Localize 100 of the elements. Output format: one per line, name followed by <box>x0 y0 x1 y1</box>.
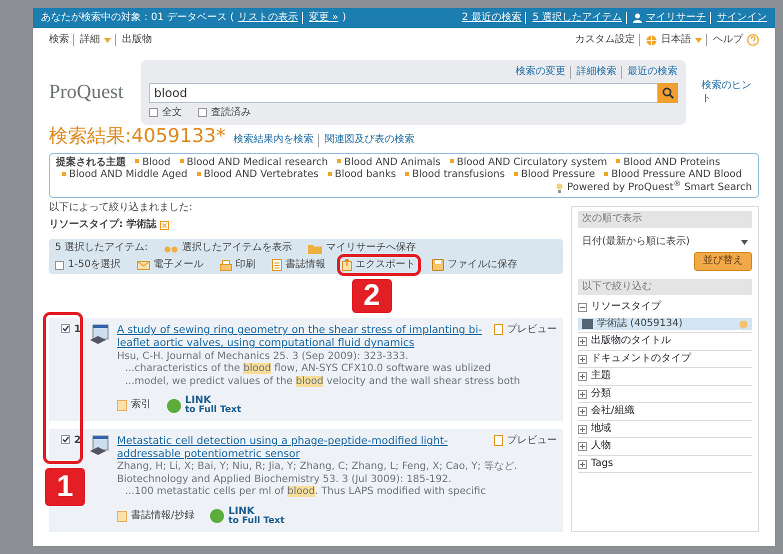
topic-link[interactable]: Blood transfusions <box>412 169 505 180</box>
check-icon <box>62 436 69 443</box>
collapse-icon[interactable] <box>578 303 587 312</box>
facet-link[interactable]: Tags <box>591 458 614 470</box>
topic-link[interactable]: Blood AND Vertebrates <box>204 169 319 180</box>
sort-select[interactable]: 日付(最新から順に表示) <box>578 236 752 248</box>
caret-icon <box>741 240 748 244</box>
facet-link[interactable]: 出版物のタイトル <box>591 335 671 348</box>
record-link[interactable]: 索引 <box>130 399 151 412</box>
expand-icon[interactable] <box>578 337 587 346</box>
nav-link[interactable]: ヘルプ <box>713 34 743 46</box>
toolbar-link[interactable]: 選択したアイテムを表示 <box>182 242 292 255</box>
snippet-text: ...100 metastatic cells per ml of blood. Thus LAPS modified with specific <box>124 486 487 499</box>
search-field[interactable]: blood <box>148 82 658 102</box>
search-link[interactable]: 最近の検索 <box>620 66 678 78</box>
search-button[interactable] <box>658 82 678 102</box>
toolbar-link[interactable]: ファイルに保存 <box>448 258 518 272</box>
topic-link[interactable]: Blood Pressure AND Blood <box>611 169 742 180</box>
top-link[interactable]: 2 最近の検索 <box>462 12 522 24</box>
topic-link[interactable]: Blood <box>142 156 170 168</box>
nav-link[interactable]: 詳細 <box>80 34 100 46</box>
topic-link[interactable]: Blood AND Animals <box>344 156 441 168</box>
circle-logo-icon <box>210 509 224 524</box>
checkbox[interactable] <box>148 108 158 118</box>
page-icon <box>116 400 127 411</box>
toolbar-link[interactable]: 電子メール <box>154 258 204 272</box>
preview-link[interactable]: プレビュー <box>507 324 557 337</box>
result-checkbox[interactable] <box>61 435 70 444</box>
topic-link[interactable]: Blood AND Middle Aged <box>69 169 188 180</box>
scope-link[interactable]: リストの表示 <box>238 12 298 24</box>
topic-link[interactable]: Blood AND Medical research <box>186 156 328 168</box>
expand-icon[interactable] <box>578 354 587 364</box>
journal-icon <box>582 319 593 329</box>
toolbar-link[interactable]: エクスポート <box>356 258 416 272</box>
circle-logo-icon <box>166 398 181 412</box>
globe-icon <box>646 34 657 46</box>
toolbar-link[interactable]: 印刷 <box>236 258 256 272</box>
document-icon <box>272 259 282 271</box>
topic-link[interactable]: Blood AND Circulatory system <box>456 156 608 168</box>
expand-icon[interactable] <box>578 372 587 381</box>
expand-icon[interactable] <box>578 407 587 416</box>
result-number: 2 <box>74 435 81 448</box>
full-text-link[interactable]: LINK to Full Text <box>210 506 285 526</box>
nav-link[interactable]: 出版物 <box>122 34 152 46</box>
facet-option[interactable]: 学術誌 (4059134) <box>578 318 752 330</box>
record-link[interactable]: 書誌情報/抄録 <box>130 510 194 522</box>
toolbar-link[interactable]: マイリサーチへ保存 <box>326 242 416 255</box>
filter-label: リソースタイプ: 学術誌 <box>49 218 156 232</box>
facet-link[interactable]: リソースタイプ <box>591 301 661 314</box>
search-link[interactable]: 検索の変更 <box>516 66 566 78</box>
checkbox[interactable] <box>198 108 207 118</box>
lightbulb-icon <box>556 183 564 193</box>
search-tips-link[interactable]: 検索のヒント <box>702 80 759 105</box>
result-title-link[interactable]: A study of sewing ring geometry on the shear stress of implanting bi-leaflet aortic valves, using computational fluid dynamics <box>116 324 486 350</box>
expand-icon[interactable] <box>578 442 587 451</box>
facet-link[interactable]: 地域 <box>591 422 611 436</box>
top-link[interactable]: 5 選択したアイテム <box>532 12 622 24</box>
result-title-link[interactable]: Metastatic cell detection using a phage-peptide-modified light-addressable potentiometric sensor <box>116 435 486 462</box>
scope-label: あなたが検索中の対象：01 データベース ( <box>41 12 234 24</box>
toolbar-link[interactable]: 書誌情報 <box>286 258 326 272</box>
bullet-icon <box>450 159 454 164</box>
nav-link[interactable]: カスタム設定 <box>575 34 635 46</box>
expand-icon[interactable] <box>578 390 587 398</box>
glasses-icon <box>164 244 178 252</box>
facet-link[interactable]: 人物 <box>591 440 611 453</box>
heading-link[interactable]: 関連図及び表の検索 <box>318 134 415 146</box>
search-link[interactable]: 詳細検索 <box>570 66 617 78</box>
bullet-icon <box>604 172 608 176</box>
select-all-checkbox[interactable] <box>55 260 64 270</box>
expand-icon[interactable] <box>578 424 587 434</box>
sidebar-heading: 以下で絞り込む <box>578 278 752 296</box>
topic-link[interactable]: Blood banks <box>334 169 396 180</box>
bullet-icon <box>337 159 342 164</box>
bullet-icon <box>405 172 410 176</box>
facet-link[interactable]: ドキュメントのタイプ <box>591 352 691 366</box>
topic-link[interactable]: Blood Pressure <box>520 169 596 180</box>
checkbox-label: 全文 <box>162 106 182 119</box>
bullet-icon <box>62 172 66 176</box>
sort-button[interactable]: 並び替え <box>694 252 752 271</box>
full-text-link[interactable]: LINK to Full Text <box>166 396 242 415</box>
result-checkbox[interactable] <box>61 324 70 334</box>
scope-link[interactable]: 変更 » <box>302 12 338 24</box>
nav-link[interactable]: 日本語 <box>661 34 691 46</box>
top-link[interactable]: サインイン <box>717 12 767 24</box>
floppy-icon <box>432 259 444 271</box>
remove-icon <box>739 320 748 328</box>
facet-link[interactable]: 主題 <box>591 370 611 383</box>
expand-icon[interactable] <box>578 460 587 468</box>
callout-number: 2 <box>352 278 392 313</box>
bullet-icon <box>135 159 140 164</box>
topic-link[interactable]: Blood AND Proteins <box>623 156 720 168</box>
top-link[interactable]: マイリサーチ <box>646 12 706 24</box>
facet-link[interactable]: 会社/組織 <box>591 405 634 418</box>
heading-link[interactable]: 検索結果内を検索 <box>234 134 314 146</box>
facet-link[interactable]: 分類 <box>591 388 611 400</box>
preview-link[interactable]: プレビュー <box>507 435 557 448</box>
nav-link[interactable]: 検索 <box>49 34 69 46</box>
bullet-icon <box>328 172 332 176</box>
bullet-icon <box>616 159 620 164</box>
sidebar-heading: 次の順で表示 <box>578 211 752 228</box>
